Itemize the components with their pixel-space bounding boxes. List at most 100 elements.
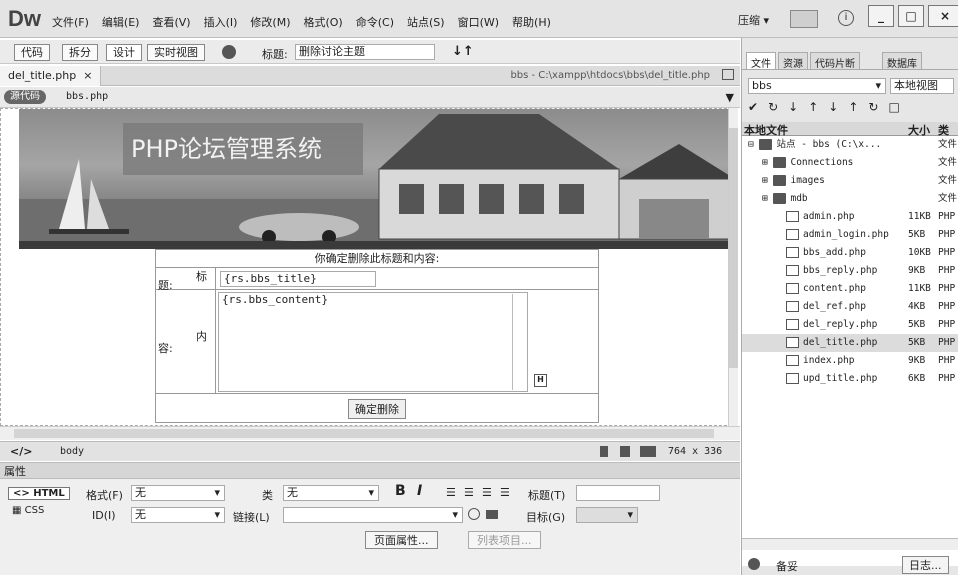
file-row-connections[interactable]: ⊞ Connections 文件 [742,154,958,172]
code-view-button[interactable]: 代码 [14,44,50,61]
target-select[interactable]: ▾ [576,507,638,523]
design-view-button[interactable]: 设计 [106,44,142,61]
menu-site[interactable]: 站点(S) [407,14,445,30]
textarea-scrollbar[interactable] [512,294,526,390]
expand-folder-icon[interactable]: ⊞ [762,157,768,168]
file-row-index[interactable]: index.php 9KB PHP [742,352,958,370]
maximize-button[interactable]: □ [898,5,924,27]
page-properties-button[interactable]: 页面属性... [365,531,438,549]
expand-folder-icon[interactable]: ⊞ [762,175,768,186]
info-icon[interactable]: i [838,10,854,26]
phone-size-icon[interactable] [600,446,608,457]
compress-label: 压缩 [738,14,760,27]
content-textarea[interactable]: {rs.bbs_content} [218,292,528,392]
title-input[interactable]: 删除讨论主题 [295,44,435,60]
file-row-upd-title[interactable]: upd_title.php 6KB PHP [742,370,958,388]
horizontal-scroll-thumb[interactable] [14,429,714,438]
file-row-admin[interactable]: admin.php 11KB PHP [742,208,958,226]
submit-row: 确定删除 [156,394,598,420]
close-tab-icon[interactable]: × [83,69,92,82]
menu-file[interactable]: 文件(F) [52,14,89,30]
file-row-admin-login[interactable]: admin_login.php 5KB PHP [742,226,958,244]
sort-icon[interactable]: ↓↑ [452,44,474,59]
menu-insert[interactable]: 插入(I) [204,14,238,30]
menu-commands[interactable]: 命令(C) [356,14,394,30]
php-file-icon [786,355,799,366]
restore-doc-icon[interactable] [722,69,734,80]
live-view-button[interactable]: 实时视图 [147,44,205,61]
menu-window[interactable]: 窗口(W) [458,14,499,30]
unordered-list-icon[interactable]: ☰ [446,486,456,499]
site-icon[interactable] [790,10,818,28]
connect-icon[interactable]: ✔ [748,100,768,114]
vertical-scroll-thumb[interactable] [729,128,738,368]
view-select[interactable]: 本地视图 [890,78,954,94]
menu-help[interactable]: 帮助(H) [512,14,551,30]
related-file-bbs[interactable]: bbs.php [66,91,108,102]
tab-databases[interactable]: 数据库 [882,52,922,70]
file-row-bbs-reply[interactable]: bbs_reply.php 9KB PHP [742,262,958,280]
file-row-del-ref[interactable]: del_ref.php 4KB PHP [742,298,958,316]
indent-icon[interactable]: ☰ [500,486,510,499]
html-mode-button[interactable]: <> HTML [8,487,70,500]
compress-dropdown[interactable]: 压缩 ▾ [738,12,769,28]
tab-files[interactable]: 文件 [746,52,776,70]
get-files-icon[interactable]: ↓ [788,100,808,114]
menu-view[interactable]: 查看(V) [152,14,190,30]
files-toolbar: ✔↻↓↑↓↑↻□ [748,100,910,114]
globe-icon[interactable] [222,45,236,59]
filter-icon[interactable]: ▼ [726,91,734,104]
italic-button[interactable]: I [417,483,422,499]
put-files-icon[interactable]: ↑ [808,100,828,114]
ordered-list-icon[interactable]: ☰ [464,486,474,499]
confirm-delete-button[interactable]: 确定删除 [348,399,406,419]
menu-edit[interactable]: 编辑(E) [102,14,140,30]
log-button[interactable]: 日志... [902,556,949,574]
title-attr-input[interactable] [576,485,660,501]
design-vertical-scrollbar[interactable] [728,108,738,426]
file-row-images[interactable]: ⊞ images 文件 [742,172,958,190]
id-select[interactable]: 无 ▾ [131,507,225,523]
minimize-button[interactable]: _ [868,5,894,27]
design-horizontal-scrollbar[interactable] [0,426,740,440]
tag-body[interactable]: body [60,446,84,457]
source-code-badge[interactable]: 源代码 [4,90,46,104]
desktop-size-icon[interactable] [640,446,656,457]
list-item-button[interactable]: 列表项目... [468,531,541,549]
title-field[interactable]: {rs.bbs_title} [220,271,376,287]
site-select[interactable]: bbs ▾ [748,78,886,94]
file-row-site[interactable]: ⊟ 站点 - bbs (C:\x... 文件 [742,136,958,154]
format-select[interactable]: 无 ▾ [131,485,225,501]
tab-del-title[interactable]: del_title.php × [0,66,102,86]
outdent-icon[interactable]: ☰ [482,486,492,499]
close-window-button[interactable]: × [928,5,958,27]
css-mode-button[interactable]: ▦ CSS [8,505,48,516]
files-horizontal-scrollbar[interactable] [742,538,958,550]
file-row-del-title[interactable]: del_title.php 5KB PHP [742,334,958,352]
menu-format[interactable]: 格式(O) [303,14,342,30]
tablet-size-icon[interactable] [620,446,630,457]
checkout-icon[interactable]: ↓ [828,100,848,114]
link-input[interactable]: ▾ [283,507,463,523]
file-row-bbs-add[interactable]: bbs_add.php 10KB PHP [742,244,958,262]
tab-snippets[interactable]: 代码片断 [810,52,860,70]
file-row-mdb[interactable]: ⊞ mdb 文件 [742,190,958,208]
class-select[interactable]: 无 ▾ [283,485,379,501]
point-to-file-icon[interactable] [468,508,480,520]
expand-folder-icon[interactable]: ⊞ [762,193,768,204]
bold-button[interactable]: B [395,483,406,499]
collapse-icon[interactable]: ⊟ [748,139,754,150]
file-row-content[interactable]: content.php 11KB PHP [742,280,958,298]
checkin-icon[interactable]: ↑ [848,100,868,114]
refresh-icon[interactable]: ↻ [768,100,788,114]
tag-html[interactable]: </> [10,445,32,458]
menu-modify[interactable]: 修改(M) [250,14,290,30]
window-size[interactable]: 764 x 336 [668,446,722,457]
expand-icon[interactable]: □ [888,100,909,114]
tab-assets[interactable]: 资源 [778,52,808,70]
file-row-del-reply[interactable]: del_reply.php 5KB PHP [742,316,958,334]
sync-icon[interactable]: ↻ [868,100,888,114]
split-view-button[interactable]: 拆分 [62,44,98,61]
id-value: 无 [135,508,146,521]
browse-folder-icon[interactable] [486,510,498,519]
